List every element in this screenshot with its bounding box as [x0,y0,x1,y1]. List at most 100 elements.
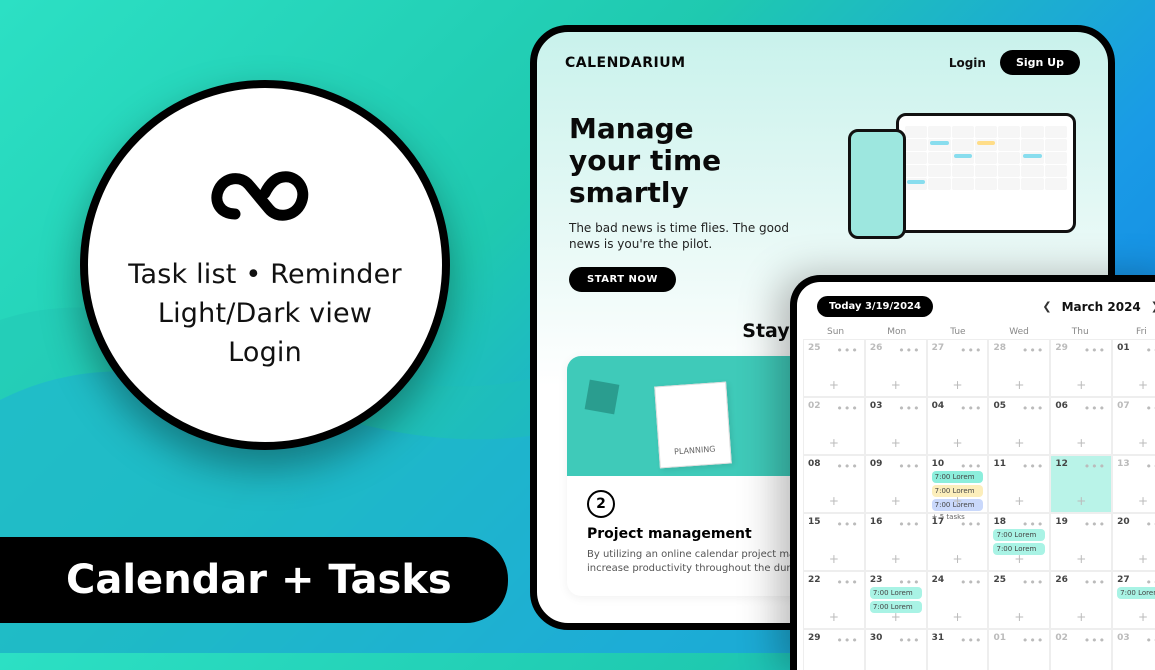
day-menu-icon[interactable]: ••• [1084,402,1106,415]
day-cell[interactable]: 27•••+7:00 Lorem [1112,571,1155,629]
day-menu-icon[interactable]: ••• [1022,460,1044,473]
day-cell[interactable]: 31•••+ [927,629,989,670]
day-menu-icon[interactable]: ••• [1146,576,1155,589]
day-cell[interactable]: 02•••+ [1050,629,1112,670]
cta-button[interactable]: START NOW [569,267,676,292]
add-event-icon[interactable]: + [953,494,963,508]
day-menu-icon[interactable]: ••• [836,402,858,415]
day-cell[interactable]: 07•••+ [1112,397,1155,455]
add-event-icon[interactable]: + [953,436,963,450]
day-menu-icon[interactable]: ••• [960,344,982,357]
day-menu-icon[interactable]: ••• [898,402,920,415]
day-menu-icon[interactable]: ••• [960,460,982,473]
day-cell[interactable]: 20•••+ [1112,513,1155,571]
login-link[interactable]: Login [949,56,986,70]
day-cell[interactable]: 27•••+ [927,339,989,397]
add-event-icon[interactable]: + [829,378,839,392]
day-menu-icon[interactable]: ••• [1146,518,1155,531]
day-menu-icon[interactable]: ••• [1146,460,1155,473]
add-event-icon[interactable]: + [1014,378,1024,392]
add-event-icon[interactable]: + [1138,494,1148,508]
day-cell[interactable]: 26•••+ [1050,571,1112,629]
add-event-icon[interactable]: + [829,610,839,624]
day-cell[interactable]: 01•••+ [988,629,1050,670]
add-event-icon[interactable]: + [1014,610,1024,624]
day-cell[interactable]: 24•••+ [927,571,989,629]
add-event-icon[interactable]: + [1076,436,1086,450]
add-event-icon[interactable]: + [829,552,839,566]
day-menu-icon[interactable]: ••• [1084,576,1106,589]
day-cell[interactable]: 09•••+ [865,455,927,513]
day-cell[interactable]: 10•••+7:00 Lorem7:00 Lorem7:00 Lorem+ 5 … [927,455,989,513]
day-menu-icon[interactable]: ••• [836,460,858,473]
day-menu-icon[interactable]: ••• [836,344,858,357]
day-cell[interactable]: 17•••+ [927,513,989,571]
day-menu-icon[interactable]: ••• [836,634,858,647]
add-event-icon[interactable]: + [1076,378,1086,392]
day-menu-icon[interactable]: ••• [1084,460,1106,473]
add-event-icon[interactable]: + [1076,552,1086,566]
day-menu-icon[interactable]: ••• [1022,402,1044,415]
day-menu-icon[interactable]: ••• [1146,402,1155,415]
day-cell[interactable]: 01•••+ [1112,339,1155,397]
day-menu-icon[interactable]: ••• [960,402,982,415]
day-menu-icon[interactable]: ••• [1146,634,1155,647]
day-cell[interactable]: 03•••+ [1112,629,1155,670]
day-cell[interactable]: 25•••+ [988,571,1050,629]
day-cell[interactable]: 11•••+ [988,455,1050,513]
day-menu-icon[interactable]: ••• [960,634,982,647]
day-cell[interactable]: 12•••+ [1050,455,1112,513]
add-event-icon[interactable]: + [1014,494,1024,508]
add-event-icon[interactable]: + [829,494,839,508]
day-menu-icon[interactable]: ••• [960,518,982,531]
add-event-icon[interactable]: + [953,378,963,392]
day-cell[interactable]: 04•••+ [927,397,989,455]
day-menu-icon[interactable]: ••• [1022,634,1044,647]
day-menu-icon[interactable]: ••• [836,518,858,531]
day-cell[interactable]: 29•••+ [803,629,865,670]
add-event-icon[interactable]: + [891,610,901,624]
day-menu-icon[interactable]: ••• [898,518,920,531]
day-cell[interactable]: 30•••+ [865,629,927,670]
day-menu-icon[interactable]: ••• [1084,518,1106,531]
day-menu-icon[interactable]: ••• [836,576,858,589]
day-menu-icon[interactable]: ••• [1022,576,1044,589]
today-chip[interactable]: Today 3/19/2024 [817,296,933,317]
add-event-icon[interactable]: + [1014,436,1024,450]
day-cell[interactable]: 19•••+ [1050,513,1112,571]
day-cell[interactable]: 05•••+ [988,397,1050,455]
add-event-icon[interactable]: + [1138,552,1148,566]
day-menu-icon[interactable]: ••• [1084,634,1106,647]
day-cell[interactable]: 28•••+ [988,339,1050,397]
day-menu-icon[interactable]: ••• [898,576,920,589]
signup-button[interactable]: Sign Up [1000,50,1080,75]
day-menu-icon[interactable]: ••• [960,576,982,589]
day-cell[interactable]: 22•••+ [803,571,865,629]
day-menu-icon[interactable]: ••• [1022,344,1044,357]
add-event-icon[interactable]: + [1076,610,1086,624]
day-menu-icon[interactable]: ••• [898,634,920,647]
day-menu-icon[interactable]: ••• [898,460,920,473]
next-month-icon[interactable]: ❯ [1151,300,1155,313]
add-event-icon[interactable]: + [891,436,901,450]
add-event-icon[interactable]: + [829,436,839,450]
prev-month-icon[interactable]: ❮ [1042,300,1051,313]
day-menu-icon[interactable]: ••• [1084,344,1106,357]
add-event-icon[interactable]: + [1138,378,1148,392]
day-cell[interactable]: 06•••+ [1050,397,1112,455]
day-cell[interactable]: 08•••+ [803,455,865,513]
add-event-icon[interactable]: + [891,552,901,566]
day-cell[interactable]: 02•••+ [803,397,865,455]
day-cell[interactable]: 23•••+7:00 Lorem7:00 Lorem [865,571,927,629]
day-cell[interactable]: 16•••+ [865,513,927,571]
day-cell[interactable]: 26•••+ [865,339,927,397]
add-event-icon[interactable]: + [1014,552,1024,566]
add-event-icon[interactable]: + [891,378,901,392]
add-event-icon[interactable]: + [1138,610,1148,624]
add-event-icon[interactable]: + [891,494,901,508]
day-menu-icon[interactable]: ••• [898,344,920,357]
add-event-icon[interactable]: + [1076,494,1086,508]
day-menu-icon[interactable]: ••• [1022,518,1044,531]
day-menu-icon[interactable]: ••• [1146,344,1155,357]
day-cell[interactable]: 13•••+ [1112,455,1155,513]
